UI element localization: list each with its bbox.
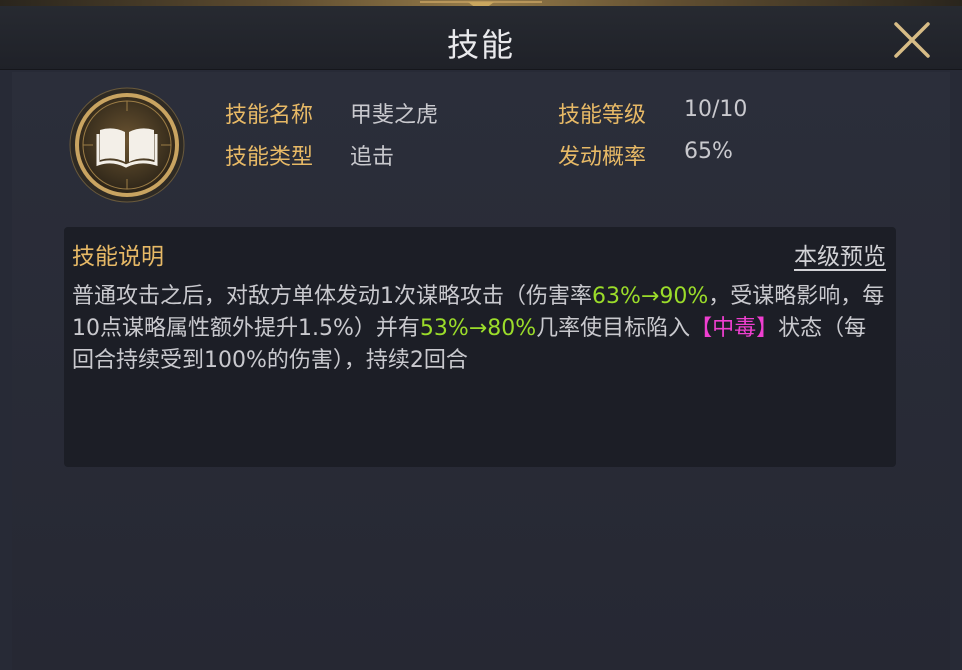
close-button[interactable] [892,20,932,60]
skill-type-label: 技能类型 [225,145,314,170]
poison-status-highlight: 【中毒】 [690,316,779,341]
skill-icon-badge [68,86,186,204]
chance-highlight: 53%→80% [419,316,537,341]
skill-dialog: 技能 技能名称 甲斐之虎 技能等级 10/10 技能类型 追击 发动概率 65%… [0,0,962,670]
open-book-icon [69,87,185,203]
skill-level-label: 技能等级 [558,103,647,128]
level-preview-link[interactable]: 本级预览 [794,237,886,271]
skill-level-value: 10/10 [684,97,748,122]
skill-chance-label: 发动概率 [558,145,647,170]
close-icon [894,22,930,58]
dialog-title: 技能 [446,26,515,64]
skill-name-label: 技能名称 [225,103,314,128]
skill-name-value: 甲斐之虎 [350,103,439,128]
description-segment: 普通攻击之后，对敌方单体发动1次谋略攻击（伤害率 [72,284,592,309]
dialog-header: 技能 [0,6,962,70]
description-segment: 几率使目标陷入 [536,316,691,341]
description-text: 普通攻击之后，对敌方单体发动1次谋略攻击（伤害率63%→90%，受谋略影响，每1… [72,281,888,377]
damage-rate-highlight: 63%→90% [592,284,709,309]
skill-chance-value: 65% [684,139,733,164]
skill-description-panel: 技能说明 本级预览 普通攻击之后，对敌方单体发动1次谋略攻击（伤害率63%→90… [64,227,896,467]
skill-type-value: 追击 [350,145,395,170]
description-title: 技能说明 [72,244,164,270]
